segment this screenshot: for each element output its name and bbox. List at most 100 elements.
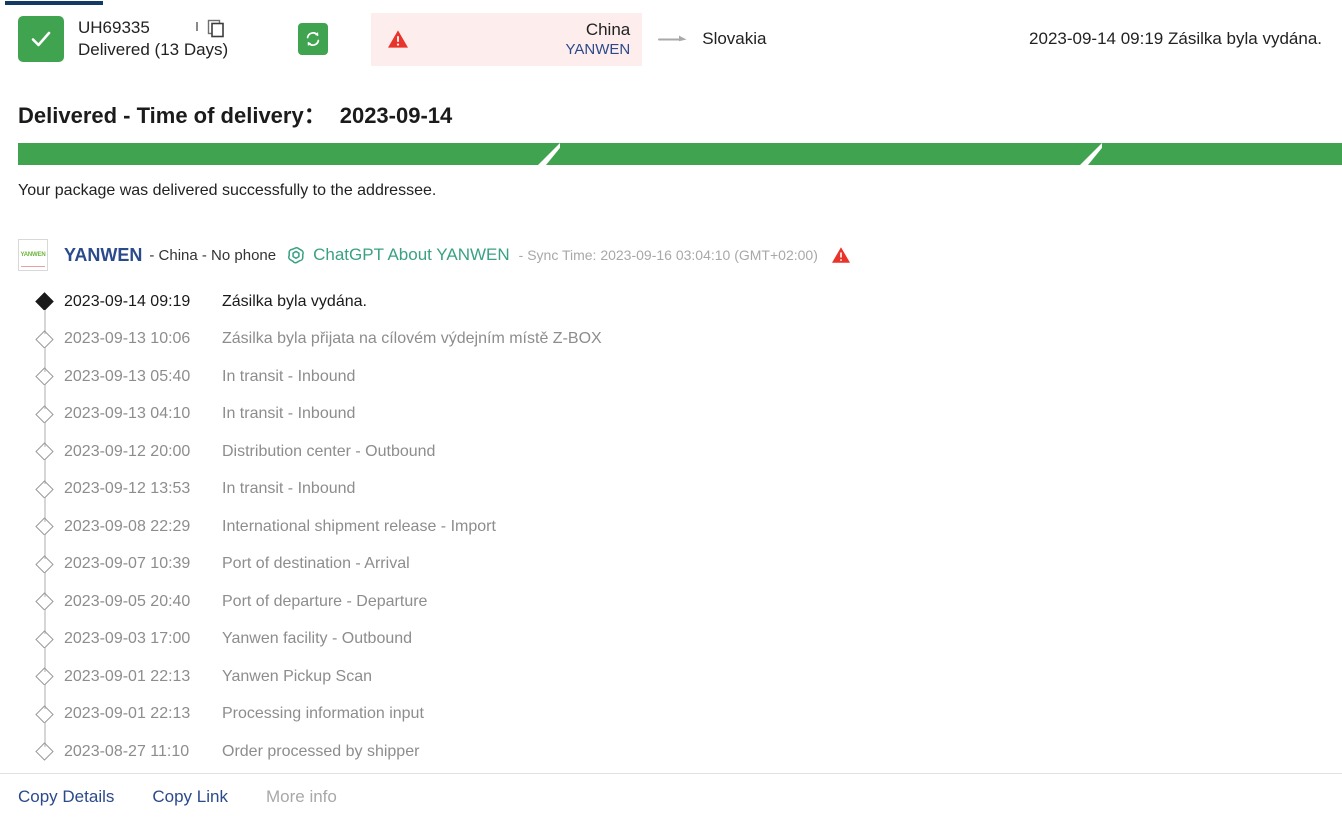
status-summary: UH69335 Delivered (13 Days) [18,16,228,62]
status-text-block: UH69335 Delivered (13 Days) [78,17,228,61]
tracking-event-row: 2023-09-14 09:19 Zásilka byla vydána. [18,283,1324,334]
origin-carrier-box[interactable]: China YANWEN [371,12,643,66]
copy-glyph-icon [207,19,224,38]
event-description: Port of destination - Arrival [222,555,410,573]
tracking-event-row: 2023-09-13 05:40 In transit - Inbound [18,358,1324,409]
event-time: 2023-09-13 04:10 [64,405,191,423]
tracking-event-row: 2023-09-05 20:40 Port of departure - Depa… [18,583,1324,634]
carrier-logo-text: YANWEN [20,251,46,259]
tracking-number[interactable]: UH69335 [78,17,164,39]
event-description: Order processed by shipper [222,742,420,760]
copy-tracking-number-icon[interactable] [196,19,226,39]
event-description: Port of departure - Departure [222,592,428,610]
event-time: 2023-09-13 10:06 [64,330,191,348]
event-description: Zásilka byla přijata na cílovém výdejním… [222,330,602,348]
event-description: Yanwen facility - Outbound [222,630,413,648]
timeline-diamond-marker [35,517,54,536]
origin-country: China [585,19,631,39]
timeline-marker-column [18,433,64,484]
timeline-diamond-marker [35,667,54,686]
timeline-diamond-marker [35,742,54,761]
timeline-marker-column [18,321,64,372]
destination-country: Slovakia [702,29,767,48]
tracking-event-row: 2023-09-01 22:13 Processing information i… [18,696,1324,747]
event-time: 2023-09-01 22:13 [64,705,191,723]
delivery-date: 2023-09-14 [339,103,453,128]
event-time: 2023-09-07 10:39 [64,555,191,573]
carrier-name-link[interactable]: YANWEN [64,245,142,266]
refresh-icon [306,31,320,47]
page-title-label: Delivered - Time of delivery： [18,103,326,128]
event-time: 2023-09-12 13:53 [64,480,191,498]
timeline-diamond-marker [35,442,54,461]
timeline-diamond-marker [35,367,54,386]
tracking-event-row: 2023-09-13 10:06 Zásilka byla přijata na … [18,321,1324,372]
progress-separator [1080,143,1106,165]
tracking-event-row: 2023-09-01 22:13 Yanwen Pickup Scan [18,658,1324,709]
event-description: International shipment release - Import [222,517,496,535]
progress-segment [560,143,1080,165]
timeline-marker-column [18,471,64,522]
copy-details-link[interactable]: Copy Details [18,787,114,807]
timeline-marker-column [18,283,64,334]
latest-event-summary: 2023-09-14 09:19 Zásilka byla vydána. [1029,29,1322,48]
progress-segment [1102,143,1342,165]
origin-labels: China YANWEN [566,19,631,60]
tracking-event-timeline: 2023-09-14 09:19 Zásilka byla vydána. 2023… [18,283,1324,771]
timeline-marker-column [18,733,64,771]
arrow-right-icon [658,35,687,42]
timeline-marker-column [18,583,64,634]
timeline-diamond-marker [35,292,54,311]
event-time: 2023-08-27 11:10 [64,742,190,760]
page-title: Delivered - Time of delivery： 2023-09-14 [18,98,452,130]
timeline-marker-column [18,508,64,559]
event-description: Zásilka byla vydána. [222,292,367,310]
sync-time: - Sync Time: 2023-09-16 03:04:10 (GMT+02… [518,247,818,263]
event-time: 2023-09-08 22:29 [64,517,191,535]
warning-triangle-icon[interactable] [831,246,851,264]
more-info-link[interactable]: More info [266,787,337,807]
chatgpt-icon [288,246,304,264]
event-time: 2023-09-14 09:19 [64,292,191,310]
timeline-marker-column [18,358,64,409]
timeline-marker-column [18,396,64,447]
tracking-event-row: 2023-09-12 13:53 In transit - Inbound [18,471,1324,522]
tracking-event-row: 2023-09-07 10:39 Port of destination - Ar… [18,546,1324,597]
event-description: In transit - Inbound [222,367,356,385]
timeline-marker-column [18,621,64,672]
timeline-diamond-marker [35,629,54,649]
check-icon [31,31,51,47]
origin-carrier-link[interactable]: YANWEN [566,40,631,59]
chatgpt-about-carrier-link[interactable]: ChatGPT About YANWEN [313,245,510,265]
carrier-info-row: YANWEN YANWEN - China - No phone ChatGPT… [18,238,851,272]
event-description: Yanwen Pickup Scan [222,667,373,685]
event-description: In transit - Inbound [222,480,356,498]
event-time: 2023-09-01 22:13 [64,667,191,685]
tracking-event-row: 2023-09-12 20:00 Distribution center - Ou… [18,433,1324,484]
progress-separator [538,143,564,165]
copy-link-link[interactable]: Copy Link [152,787,228,807]
timeline-diamond-marker [35,554,54,574]
delivered-status-label: Delivered (13 Days) [78,39,229,59]
warning-triangle-icon [388,30,409,48]
event-description: Distribution center - Outbound [222,442,436,460]
timeline-diamond-marker [35,704,54,724]
carrier-logo: YANWEN [18,239,48,271]
event-time: 2023-09-03 17:00 [64,630,191,648]
shipment-header: UH69335 Delivered (13 Days) China YANWEN… [0,8,1342,70]
tracking-event-row: 2023-09-13 04:10 In transit - Inbound [18,396,1324,447]
timeline-marker-column [18,696,64,747]
event-time: 2023-09-05 20:40 [64,592,191,610]
delivery-progress-bar [18,143,1342,165]
tracking-event-row: 2023-09-03 17:00 Yanwen facility - Outbou… [18,621,1324,672]
timeline-diamond-marker [35,329,54,349]
event-time: 2023-09-13 05:40 [64,367,191,385]
event-description: Processing information input [222,705,424,723]
progress-segment [18,143,538,165]
timeline-marker-column [18,546,64,597]
refresh-button[interactable] [298,23,329,55]
event-time: 2023-09-12 20:00 [64,442,191,460]
tracking-event-row: 2023-09-08 22:29 International shipment r… [18,508,1324,559]
delivered-status-badge [18,16,64,62]
copy-icon-tick [196,21,198,31]
